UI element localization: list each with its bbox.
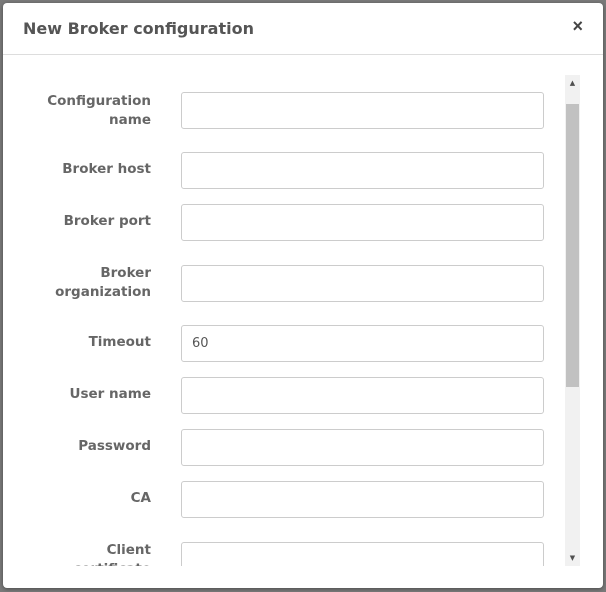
broker-host-input[interactable] (181, 152, 544, 189)
field-client-certificate: Client certificate (3, 542, 544, 566)
configuration-name-input[interactable] (181, 92, 544, 129)
field-label: Broker host (62, 161, 151, 177)
password-input[interactable] (181, 429, 544, 466)
field-broker-port: Broker port (3, 204, 544, 241)
dialog-title: New Broker configuration (23, 19, 254, 38)
field-timeout: Timeout (3, 325, 544, 362)
scrollbar[interactable]: ▲ ▼ (565, 75, 580, 566)
broker-config-dialog: New Broker configuration × Configuration… (3, 3, 603, 588)
scroll-up-icon[interactable]: ▲ (565, 79, 580, 87)
field-label: Client certificate (73, 542, 151, 566)
dialog-body: Configuration name Broker host Broker po… (3, 55, 603, 566)
dialog-header: New Broker configuration × (3, 3, 603, 55)
field-user-name: User name (3, 377, 544, 414)
timeout-input[interactable] (181, 325, 544, 362)
field-label: Broker organization (55, 265, 151, 300)
scroll-down-icon[interactable]: ▼ (565, 554, 580, 562)
broker-organization-input[interactable] (181, 265, 544, 302)
field-label: Configuration name (47, 93, 151, 128)
broker-port-input[interactable] (181, 204, 544, 241)
field-label: Broker port (63, 213, 151, 229)
field-broker-host: Broker host (3, 152, 544, 189)
client-certificate-input[interactable] (181, 542, 544, 566)
field-label: User name (69, 386, 151, 402)
field-configuration-name: Configuration name (3, 92, 544, 129)
field-ca: CA (3, 481, 544, 518)
field-label: Password (78, 438, 151, 454)
user-name-input[interactable] (181, 377, 544, 414)
ca-input[interactable] (181, 481, 544, 518)
field-broker-organization: Broker organization (3, 265, 544, 302)
close-button[interactable]: × (572, 17, 583, 35)
scrollbar-thumb[interactable] (566, 104, 579, 387)
field-label: CA (130, 490, 151, 506)
field-password: Password (3, 429, 544, 466)
field-label: Timeout (88, 334, 151, 350)
